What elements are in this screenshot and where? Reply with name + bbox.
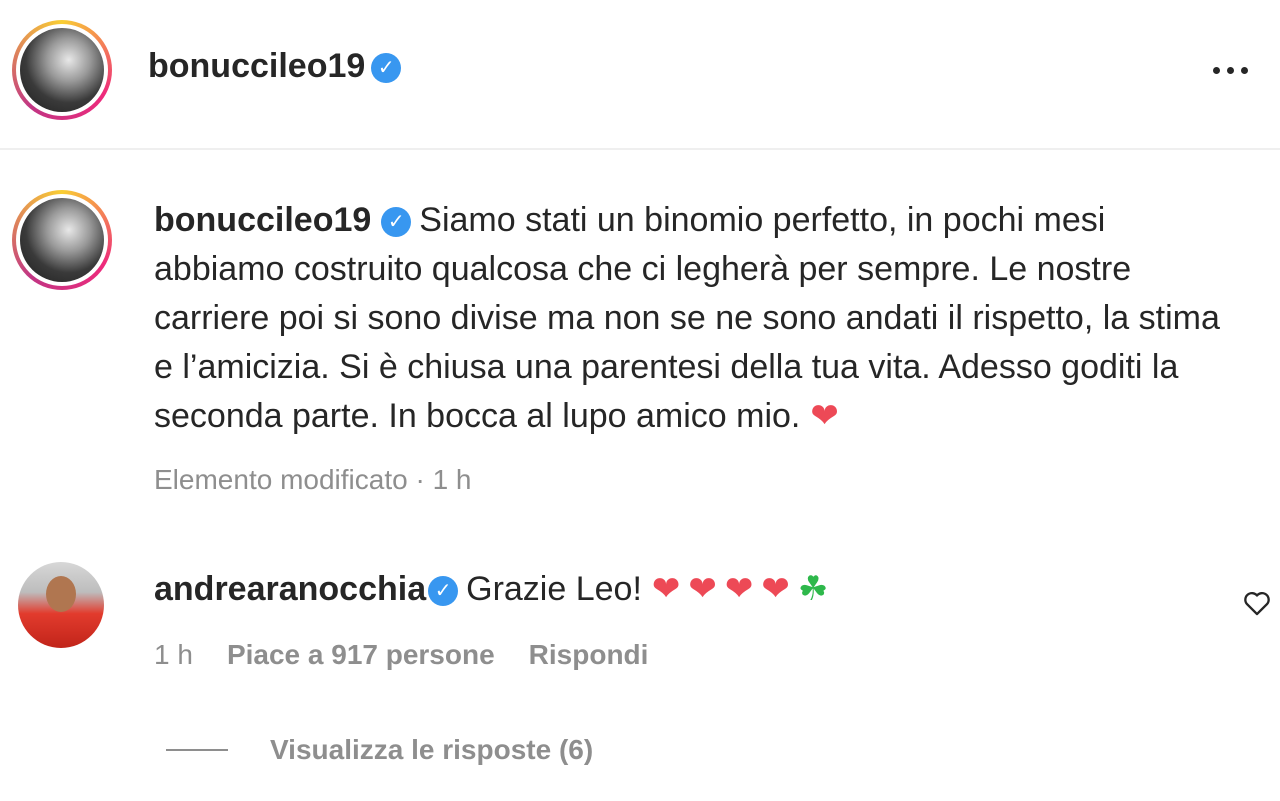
view-replies-label[interactable]: Visualizza le risposte (6) [270, 730, 593, 770]
verified-badge-icon: ✓ [371, 53, 402, 84]
reply-button[interactable]: Rispondi [529, 636, 649, 674]
heart-emoji: ❤ [810, 397, 839, 435]
author-avatar[interactable] [12, 20, 112, 120]
commenter-avatar[interactable] [18, 562, 104, 648]
verified-badge-icon: ✓ [381, 207, 412, 238]
clover-emoji: ☘ [797, 570, 829, 608]
post-header: bonuccileo19 ✓ [0, 0, 1280, 150]
comment-body: andrearanocchia ✓ Grazie Leo! ❤❤❤❤☘ [154, 566, 828, 612]
heart-outline-icon [1244, 591, 1270, 616]
like-heart-icon[interactable] [1240, 586, 1274, 620]
edited-label: Elemento modificato [154, 464, 408, 495]
caption-body: bonuccileo19 ✓ Siamo stati un binomio perf… [154, 196, 1234, 441]
hearts-emoji: ❤❤❤❤ [651, 570, 798, 608]
comment-time[interactable]: 1 h [154, 636, 193, 674]
author-username-text[interactable]: bonuccileo19 [148, 47, 365, 85]
meta-separator: · [415, 464, 425, 495]
comment-meta: 1 h Piace a 917 persone Rispondi [154, 636, 648, 674]
caption-avatar-photo [20, 198, 104, 282]
verified-badge-icon: ✓ [428, 576, 459, 607]
more-options-button[interactable] [1200, 50, 1260, 90]
caption-avatar[interactable] [12, 190, 112, 290]
more-options-icon [1212, 66, 1220, 74]
caption-meta: Elemento modificato · 1 h [154, 462, 472, 498]
replies-divider-line [166, 749, 228, 751]
caption-username[interactable]: bonuccileo19 [154, 201, 371, 239]
author-avatar-photo [20, 28, 104, 112]
view-replies-button[interactable]: Visualizza le risposte (6) [166, 730, 593, 770]
comment-text: Grazie Leo! [466, 570, 642, 608]
author-username[interactable]: bonuccileo19 ✓ [148, 44, 402, 88]
likes-count-link[interactable]: Piace a 917 persone [227, 636, 495, 674]
caption-time[interactable]: 1 h [433, 464, 472, 495]
commenter-username[interactable]: andrearanocchia [154, 570, 426, 608]
